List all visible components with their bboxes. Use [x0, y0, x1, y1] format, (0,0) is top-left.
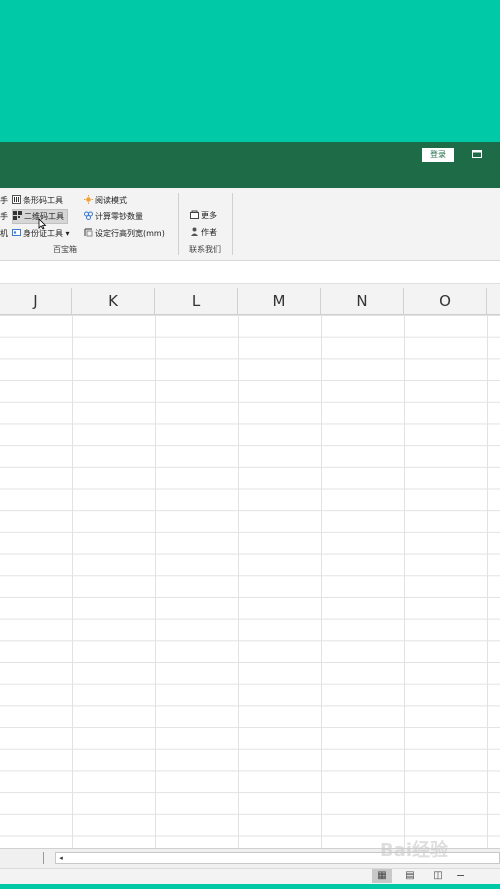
tab-split-handle-icon[interactable] — [43, 852, 45, 864]
idcard-icon — [12, 229, 21, 236]
calc-icon — [84, 211, 93, 220]
formula-bar[interactable] — [0, 261, 500, 284]
more-button[interactable]: 更多 — [190, 209, 217, 222]
calc-change-label: 计算零钞数量 — [95, 212, 143, 221]
bottom-teal-strip — [0, 884, 500, 889]
barcode-tool-button[interactable]: 条形码工具 — [12, 194, 63, 207]
calc-change-button[interactable]: 计算零钞数量 — [84, 210, 143, 223]
group-separator — [178, 193, 179, 255]
more-label: 更多 — [201, 211, 217, 220]
set-row-col-size-label: 设定行高列宽(mm) — [95, 229, 165, 238]
set-row-col-size-button[interactable]: 设定行高列宽(mm) — [84, 227, 165, 240]
zoom-out-button[interactable]: − — [456, 869, 468, 883]
ribbon-partial-2[interactable]: 手 — [0, 210, 8, 223]
more-icon — [190, 210, 199, 219]
author-button[interactable]: 作者 — [190, 226, 217, 239]
status-bar — [0, 868, 500, 885]
grid-column-line — [404, 315, 405, 848]
grid-column-line — [487, 315, 488, 848]
column-header-k[interactable]: K — [72, 288, 155, 314]
qrcode-icon — [13, 211, 22, 220]
ribbon-partial-1[interactable]: 手 — [0, 194, 8, 207]
person-icon — [191, 227, 198, 236]
column-header-l[interactable]: L — [155, 288, 238, 314]
grid-column-line — [72, 315, 73, 848]
group-separator-2 — [232, 193, 233, 255]
ribbon-partial-3[interactable]: 机 — [0, 227, 8, 240]
grid-column-line — [321, 315, 322, 848]
login-button[interactable]: 登录 — [422, 148, 454, 162]
reading-mode-label: 阅读模式 — [95, 196, 127, 205]
column-header-n[interactable]: N — [321, 288, 404, 314]
sun-icon — [84, 195, 93, 204]
idcard-tool-label: 身份证工具 ▾ — [23, 229, 70, 238]
table-icon — [84, 228, 93, 237]
group-label-contact: 联系我们 — [189, 245, 221, 254]
reading-mode-button[interactable]: 阅读模式 — [84, 194, 127, 207]
page-break-view-icon[interactable]: ◫ — [428, 869, 448, 883]
cell-grid[interactable] — [0, 315, 500, 848]
grid-column-line — [238, 315, 239, 848]
column-header-j[interactable]: J — [0, 288, 72, 314]
author-label: 作者 — [201, 228, 217, 237]
teal-background — [0, 0, 500, 142]
scroll-left-icon[interactable]: ◂ — [56, 853, 66, 863]
column-header-o[interactable]: O — [404, 288, 487, 314]
restore-window-icon[interactable] — [472, 150, 482, 158]
column-header-row: J K L M N O — [0, 288, 500, 315]
column-header-m[interactable]: M — [238, 288, 321, 314]
barcode-tool-label: 条形码工具 — [23, 196, 63, 205]
group-label-toolbox: 百宝箱 — [53, 245, 77, 254]
baidu-watermark: Bai经验 — [380, 840, 449, 861]
barcode-icon — [12, 195, 21, 204]
grid-column-line — [155, 315, 156, 848]
idcard-tool-button[interactable]: 身份证工具 ▾ — [12, 227, 70, 240]
normal-view-icon[interactable]: ▦ — [372, 869, 392, 883]
page-layout-view-icon[interactable]: ▤ — [400, 869, 420, 883]
